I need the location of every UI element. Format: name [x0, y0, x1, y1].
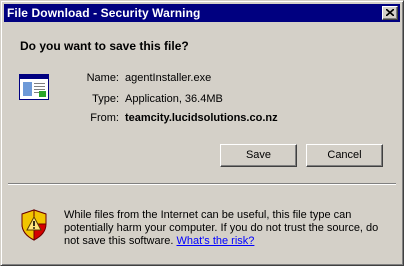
application-file-icon [19, 74, 49, 100]
file-name-value: agentInstaller.exe [125, 72, 212, 84]
window-title: File Download - Security Warning [7, 6, 201, 20]
security-shield-icon [21, 209, 47, 241]
type-label: Type: [92, 93, 119, 105]
close-icon [386, 9, 394, 16]
cancel-button[interactable]: Cancel [306, 144, 383, 167]
file-type-value: Application, 36.4MB [125, 93, 223, 105]
close-button[interactable] [382, 6, 398, 20]
whats-the-risk-link[interactable]: What's the risk? [177, 235, 255, 247]
divider [8, 183, 396, 185]
title-bar[interactable]: File Download - Security Warning [4, 4, 400, 22]
security-warning-message: While files from the Internet can be use… [64, 209, 394, 248]
name-label: Name: [86, 72, 119, 84]
from-label: From: [90, 112, 119, 124]
file-download-dialog: File Download - Security Warning Do you … [0, 0, 404, 266]
save-button[interactable]: Save [220, 144, 297, 167]
save-file-question: Do you want to save this file? [20, 39, 189, 53]
file-source-value: teamcity.lucidsolutions.co.nz [125, 112, 278, 124]
